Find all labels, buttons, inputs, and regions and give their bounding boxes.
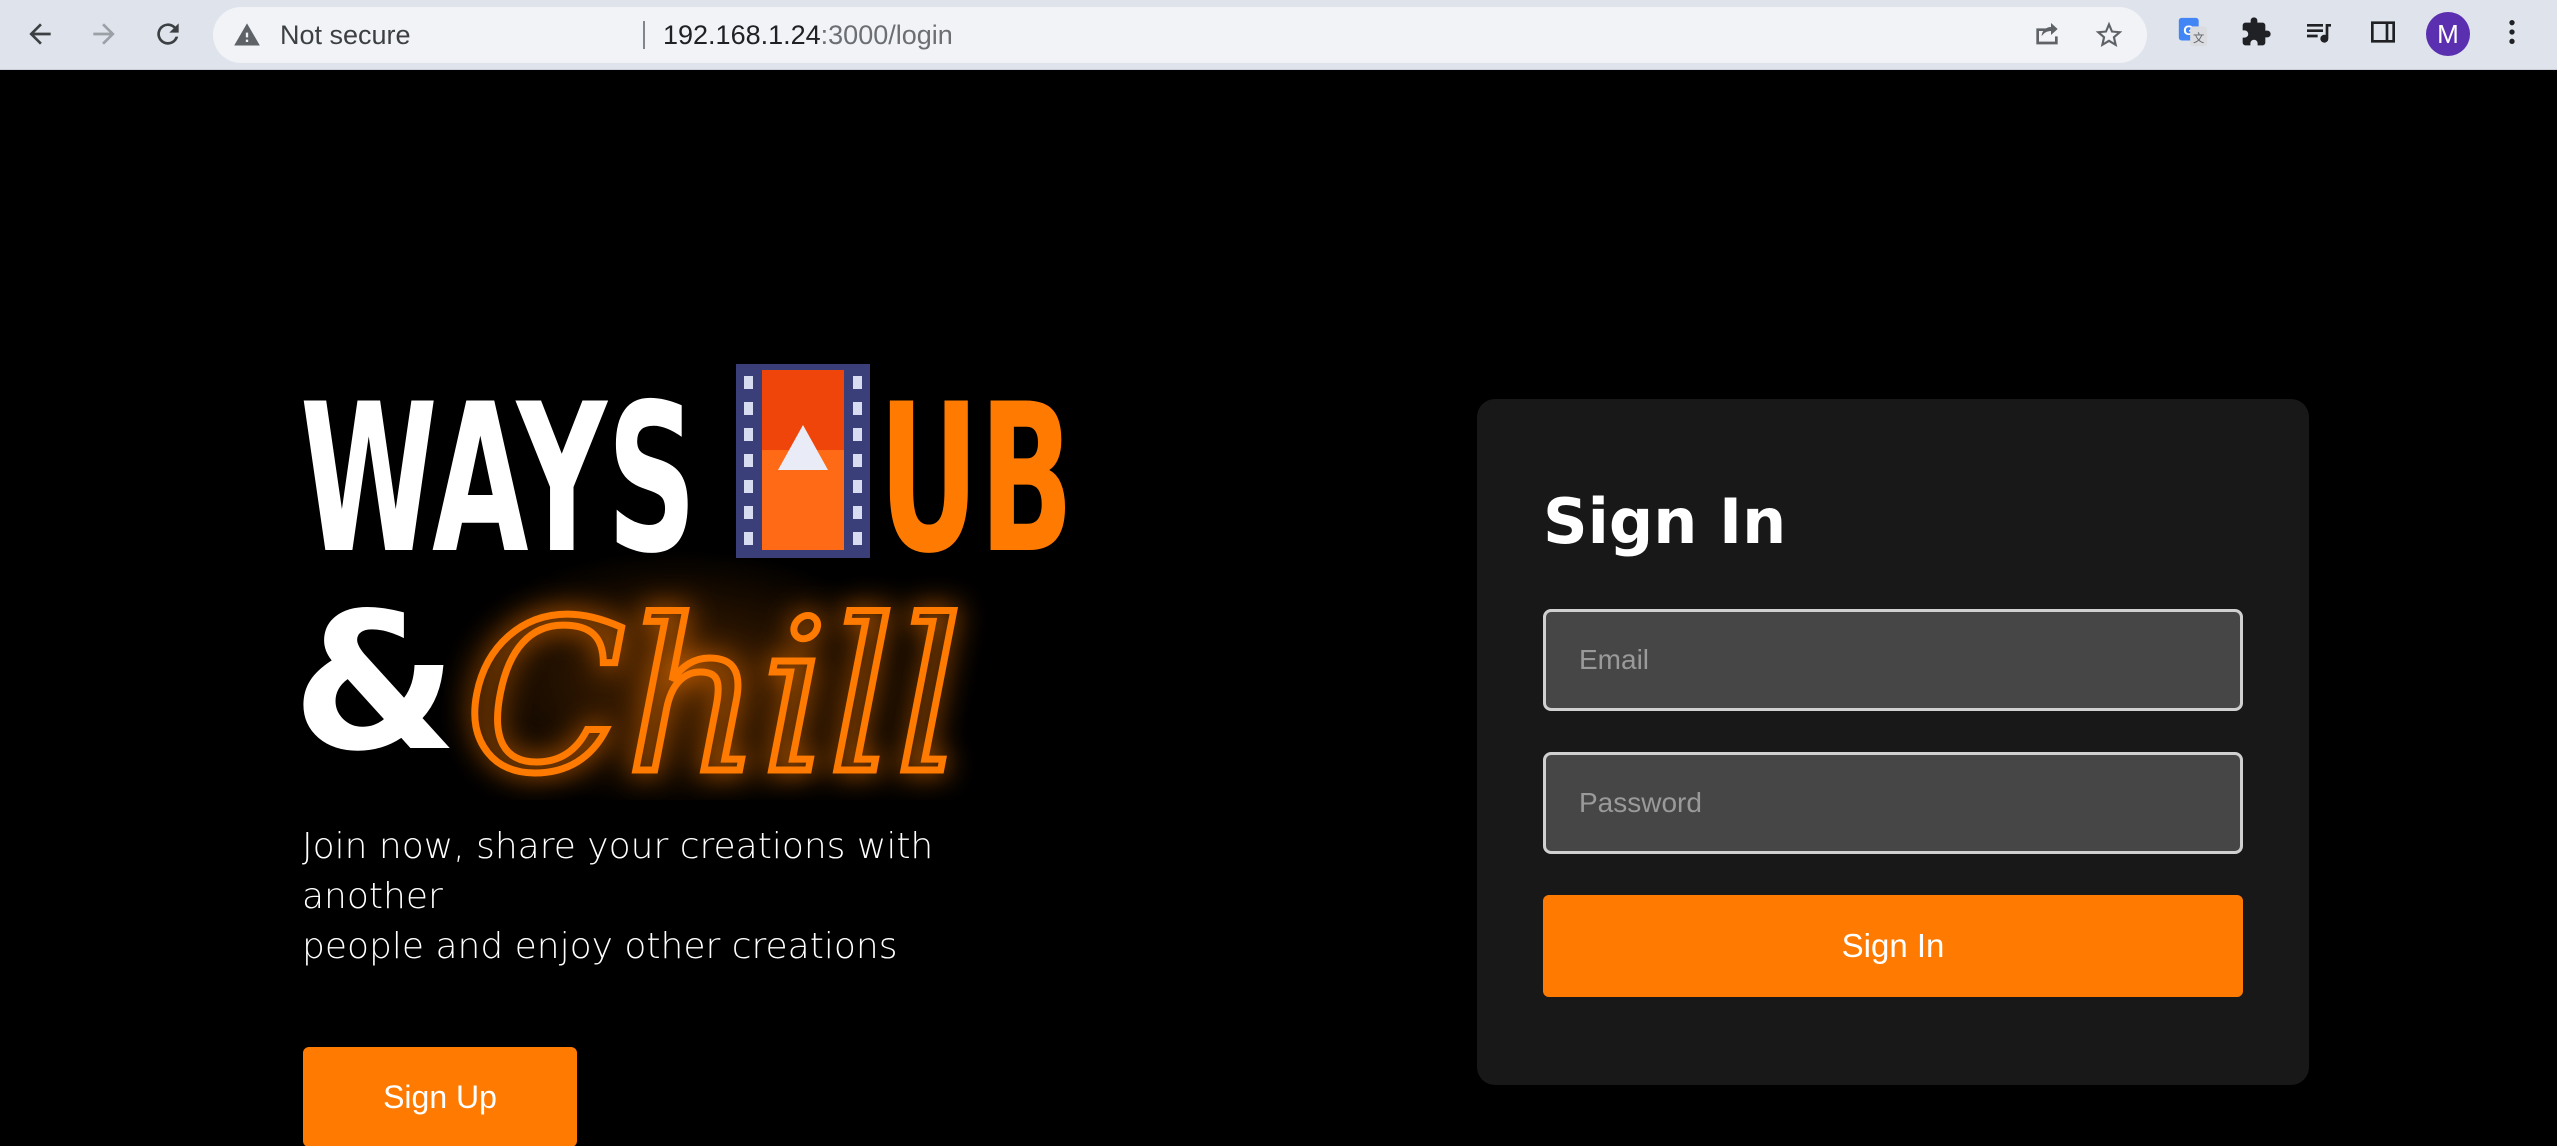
warning-icon [234,23,260,46]
email-field[interactable] [1543,609,2243,711]
svg-text:文: 文 [2193,31,2204,45]
url-host: 192.168.1.24 [663,20,821,50]
arrow-right-icon [93,23,115,45]
logo-chill-script: Chill [465,575,962,800]
sign-in-title: Sign In [1543,485,1787,558]
omnibox-divider [643,21,645,49]
address-bar[interactable]: Not secure 192.168.1.24:3000/login [213,7,2147,63]
tagline: Join now, share your creations with anot… [302,822,1062,972]
url-text[interactable]: 192.168.1.24:3000/login [663,7,953,63]
sign-in-button[interactable]: Sign In [1543,895,2243,997]
password-field[interactable] [1543,752,2243,854]
url-path: :3000/login [820,20,953,50]
sign-up-button[interactable]: Sign Up [303,1047,577,1146]
login-page: WAYS UB & Chill Join now, share your cre… [0,70,2557,1146]
side-panel-icon[interactable] [2365,14,2401,50]
wayshub-chill-logo: WAYS UB & Chill [300,361,1074,800]
browser-toolbar: Not secure 192.168.1.24:3000/login G文 M [0,0,2557,70]
tagline-line-2: people and enjoy other creations [302,926,898,967]
bookmark-star-icon[interactable] [2093,19,2125,51]
arrow-left-icon [29,23,51,45]
share-icon[interactable] [2031,19,2063,51]
media-queue-icon[interactable] [2301,14,2337,50]
logo-ub-text: UB [878,361,1073,599]
kebab-menu-icon[interactable] [2494,14,2530,50]
forward-button[interactable] [82,12,126,56]
extensions-puzzle-icon[interactable] [2238,14,2274,50]
film-strip-icon [736,364,870,558]
profile-avatar[interactable]: M [2426,12,2470,56]
reload-button[interactable] [146,12,190,56]
logo-ampersand-text: & [300,572,458,793]
reload-icon [157,23,179,45]
security-status[interactable]: Not secure [280,7,411,63]
tagline-line-1: Join now, share your creations with anot… [302,826,934,917]
back-button[interactable] [18,12,62,56]
google-translate-icon[interactable]: G文 [2175,14,2211,50]
sign-in-card: Sign In Sign In [1477,399,2309,1085]
